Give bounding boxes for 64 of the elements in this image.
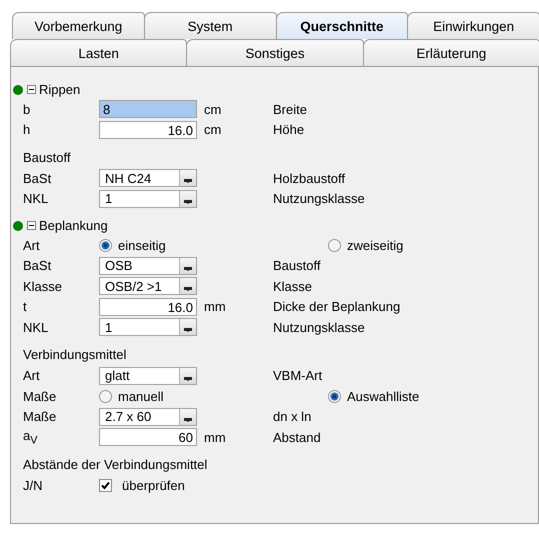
input-field[interactable]: 60 <box>99 428 197 446</box>
radio-button[interactable] <box>99 390 112 403</box>
radio-button[interactable] <box>99 238 112 252</box>
radio-button[interactable] <box>328 390 341 403</box>
unit-label: mm <box>203 430 227 445</box>
radio-label[interactable]: manuell <box>118 388 164 404</box>
input-field[interactable]: 16.0 <box>99 120 197 139</box>
field-label: Art <box>23 238 41 253</box>
field-label: NKL <box>23 191 50 206</box>
dropdown[interactable]: 1 <box>99 318 197 336</box>
field-label: Klasse <box>23 278 64 294</box>
dropdown[interactable]: 1 <box>99 190 197 208</box>
field-label: Maße <box>23 409 58 424</box>
field-label: NKL <box>23 320 50 335</box>
radio-label[interactable]: Auswahlliste <box>347 388 420 404</box>
radio-label[interactable]: zweiseitig <box>347 238 404 253</box>
field-label: Maße <box>23 388 58 404</box>
field-description: VBM-Art <box>273 368 324 384</box>
tab[interactable]: Erläuterung <box>362 39 539 66</box>
field-description: dn x ln <box>273 409 312 424</box>
tab[interactable]: Einwirkungen <box>407 12 539 39</box>
field-label: a$_{V}$ <box>23 428 38 447</box>
tab[interactable]: Querschnitte <box>276 12 408 39</box>
collapse-icon[interactable] <box>27 85 36 94</box>
collapse-icon[interactable] <box>27 221 36 230</box>
tab[interactable]: System <box>144 12 276 39</box>
unit-label: mm <box>203 299 227 314</box>
tab[interactable]: Sonstiges <box>186 39 364 66</box>
field-description: Holzbaustoff <box>273 170 346 186</box>
field-label: BaSt <box>23 258 52 274</box>
unit-label: cm <box>203 122 222 138</box>
field-label: h <box>23 122 32 138</box>
field-description: Breite <box>273 102 308 117</box>
group-heading: Abstände der Verbindungsmittel <box>23 457 208 472</box>
radio-button[interactable] <box>328 238 341 252</box>
field-description: Baustoff <box>273 258 322 274</box>
field-description: Nutzungsklasse <box>273 320 366 335</box>
group-heading: Verbindungsmittel <box>23 347 128 362</box>
section-title: Rippen <box>39 82 80 97</box>
field-description: Klasse <box>273 278 314 294</box>
field-label: t <box>23 299 28 314</box>
input-field[interactable]: 16.0 <box>99 298 197 316</box>
radio-label[interactable]: einseitig <box>118 238 166 253</box>
group-heading: Baustoff <box>23 150 72 164</box>
tab[interactable]: Vorbemerkung <box>12 12 145 39</box>
field-label: J/N <box>23 478 44 494</box>
field-description: Nutzungsklasse <box>273 191 366 206</box>
tab[interactable]: Lasten <box>10 39 188 66</box>
input-field[interactable]: 8 <box>99 100 197 118</box>
field-description: Höhe <box>273 122 306 138</box>
checkbox-label[interactable]: überprüfen <box>122 478 185 494</box>
field-label: Art <box>23 368 41 384</box>
field-description: Abstand <box>273 430 322 445</box>
field-description: Dicke der Beplankung <box>273 299 402 314</box>
dropdown[interactable]: 2.7 x 60 <box>99 408 197 426</box>
field-label: BaSt <box>23 170 52 186</box>
checkbox[interactable] <box>99 479 112 492</box>
field-label: b <box>23 102 32 117</box>
dropdown[interactable]: NH C24 <box>99 169 197 188</box>
dropdown[interactable]: OSB <box>99 256 197 275</box>
dropdown[interactable]: glatt <box>99 366 197 385</box>
section-title: Beplankung <box>39 218 108 233</box>
unit-label: cm <box>203 102 222 117</box>
dropdown[interactable]: OSB/2 >1 <box>99 277 197 296</box>
